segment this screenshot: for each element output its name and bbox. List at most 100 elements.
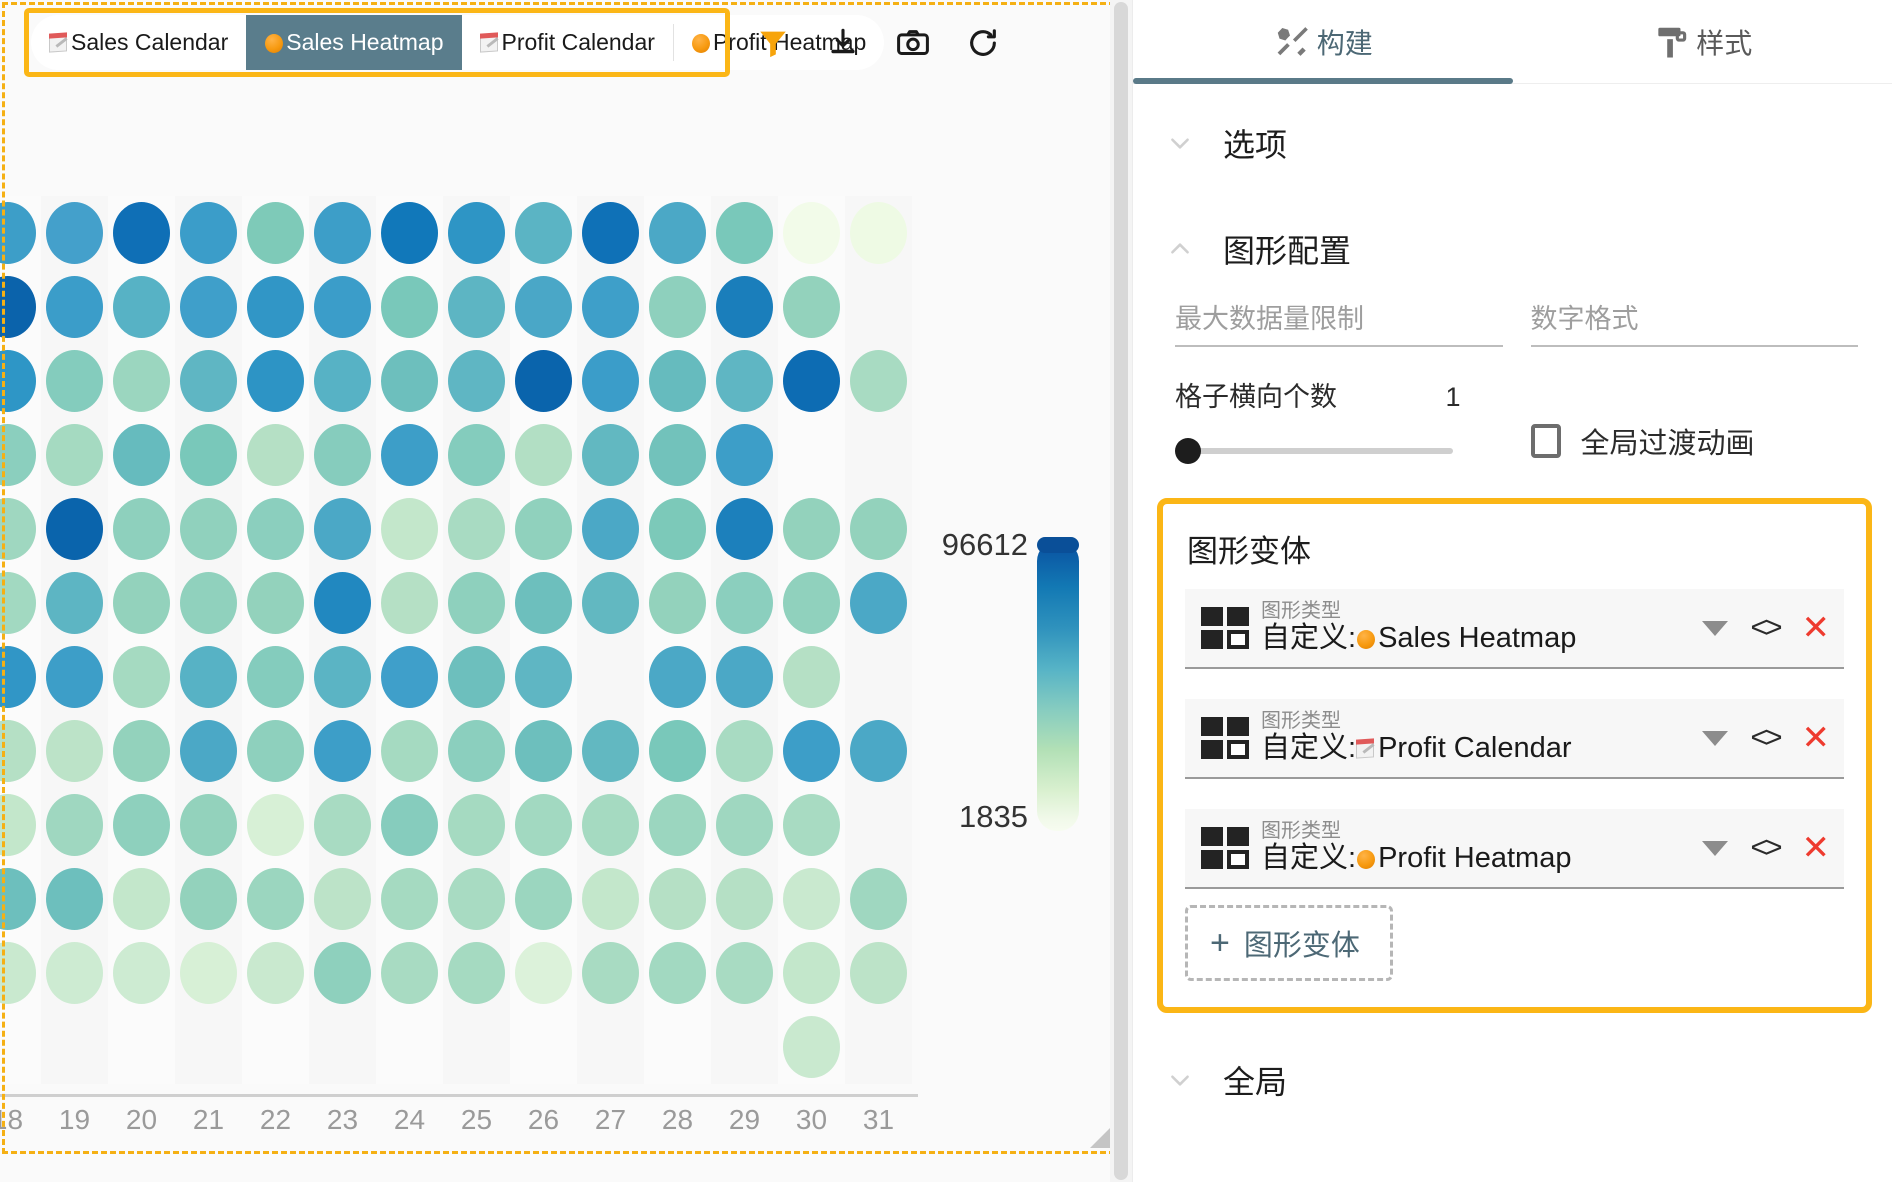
heatmap-cell[interactable] [0, 788, 41, 862]
heatmap-dot[interactable] [783, 572, 840, 634]
heatmap-dot[interactable] [783, 424, 840, 486]
heatmap-dot[interactable] [515, 424, 572, 486]
heatmap-dot[interactable] [0, 646, 36, 708]
heatmap-cell[interactable] [711, 1010, 778, 1084]
heatmap-dot[interactable] [113, 720, 170, 782]
heatmap-dot[interactable] [0, 720, 36, 782]
heatmap-dot[interactable] [180, 720, 237, 782]
heatmap-cell[interactable] [711, 418, 778, 492]
heatmap-dot[interactable] [0, 942, 36, 1004]
heatmap-dot[interactable] [247, 498, 304, 560]
heatmap-dot[interactable] [582, 868, 639, 930]
heatmap-dot[interactable] [113, 646, 170, 708]
heatmap-dot[interactable] [649, 276, 706, 338]
heatmap-cell[interactable] [711, 492, 778, 566]
heatmap-cell[interactable] [41, 788, 108, 862]
heatmap-cell[interactable] [778, 1010, 845, 1084]
heatmap-dot[interactable] [582, 350, 639, 412]
heatmap-cell[interactable] [376, 418, 443, 492]
heatmap-dot[interactable] [113, 276, 170, 338]
heatmap-dot[interactable] [716, 276, 773, 338]
heatmap-dot[interactable] [381, 572, 438, 634]
heatmap-dot[interactable] [247, 646, 304, 708]
download-icon[interactable] [822, 22, 864, 64]
heatmap-cell[interactable] [510, 418, 577, 492]
heatmap-cell[interactable] [309, 936, 376, 1010]
heatmap-dot[interactable] [649, 350, 706, 412]
heatmap-dot[interactable] [582, 202, 639, 264]
heatmap-dot[interactable] [113, 350, 170, 412]
heatmap-dot[interactable] [314, 350, 371, 412]
heatmap-dot[interactable] [247, 794, 304, 856]
heatmap-cell[interactable] [309, 714, 376, 788]
heatmap-dot[interactable] [180, 202, 237, 264]
heatmap-cell[interactable] [443, 270, 510, 344]
heatmap-cell[interactable] [41, 566, 108, 640]
heatmap-cell[interactable] [443, 936, 510, 1010]
heatmap-dot[interactable] [515, 498, 572, 560]
filter-icon[interactable] [752, 22, 794, 64]
heatmap-dot[interactable] [381, 646, 438, 708]
heatmap-cell[interactable] [376, 788, 443, 862]
heatmap-cell[interactable] [510, 270, 577, 344]
heatmap-cell[interactable] [242, 196, 309, 270]
heatmap-dot[interactable] [314, 868, 371, 930]
heatmap-cell[interactable] [845, 788, 912, 862]
heatmap-cell[interactable] [577, 566, 644, 640]
heatmap-cell[interactable] [175, 1010, 242, 1084]
graph-variant-row[interactable]: 图形类型自定义:Sales Heatmap<>✕ [1185, 589, 1844, 669]
heatmap-dot[interactable] [180, 646, 237, 708]
heatmap-dot[interactable] [850, 350, 907, 412]
heatmap-cell[interactable] [108, 270, 175, 344]
heatmap-dot[interactable] [582, 424, 639, 486]
heatmap-cell[interactable] [443, 1010, 510, 1084]
heatmap-dot[interactable] [46, 942, 103, 1004]
number-format-input[interactable] [1531, 300, 1859, 347]
heatmap-dot[interactable] [247, 276, 304, 338]
heatmap-cell[interactable] [0, 862, 41, 936]
heatmap-cell[interactable] [711, 640, 778, 714]
heatmap-dot[interactable] [180, 424, 237, 486]
heatmap-dot[interactable] [46, 868, 103, 930]
heatmap-cell[interactable] [0, 196, 41, 270]
heatmap-cell[interactable] [711, 862, 778, 936]
heatmap-cell[interactable] [845, 418, 912, 492]
graph-variant-row[interactable]: 图形类型自定义:Profit Calendar<>✕ [1185, 699, 1844, 779]
heatmap-dot[interactable] [716, 498, 773, 560]
heatmap-cell[interactable] [309, 196, 376, 270]
heatmap-dot[interactable] [314, 942, 371, 1004]
heatmap-dot[interactable] [180, 868, 237, 930]
grid-columns-slider-thumb[interactable] [1175, 438, 1201, 464]
heatmap-cell[interactable] [443, 196, 510, 270]
heatmap-dot[interactable] [515, 868, 572, 930]
chevron-down-icon[interactable] [1702, 621, 1728, 636]
heatmap-dot[interactable] [113, 572, 170, 634]
heatmap-dot[interactable] [515, 942, 572, 1004]
chart-tab-profit-calendar[interactable]: Profit Calendar [462, 15, 673, 70]
heatmap-cell[interactable] [711, 714, 778, 788]
heatmap-cell[interactable] [175, 714, 242, 788]
max-data-limit-input[interactable] [1175, 300, 1503, 347]
heatmap-dot[interactable] [448, 350, 505, 412]
heatmap-cell[interactable] [711, 270, 778, 344]
color-legend[interactable]: 96612 1835 [930, 541, 1090, 841]
heatmap-cell[interactable] [41, 1010, 108, 1084]
heatmap-dot[interactable] [448, 424, 505, 486]
heatmap-dot[interactable] [247, 942, 304, 1004]
heatmap-dot[interactable] [448, 498, 505, 560]
section-global[interactable]: 全局 [1133, 1045, 1892, 1115]
tab-build[interactable]: 构建 [1133, 0, 1513, 83]
heatmap-dot[interactable] [448, 942, 505, 1004]
add-variant-button[interactable]: + 图形变体 [1185, 905, 1393, 981]
code-brackets-icon[interactable]: <> [1750, 831, 1779, 865]
heatmap-cell[interactable] [175, 640, 242, 714]
heatmap-cell[interactable] [242, 862, 309, 936]
heatmap-cell[interactable] [778, 418, 845, 492]
heatmap-cell[interactable] [644, 788, 711, 862]
heatmap-dot[interactable] [46, 498, 103, 560]
heatmap-dot[interactable] [381, 498, 438, 560]
heatmap-dot[interactable] [783, 794, 840, 856]
heatmap-dot[interactable] [582, 572, 639, 634]
heatmap-dot[interactable] [46, 572, 103, 634]
heatmap-dot[interactable] [850, 202, 907, 264]
